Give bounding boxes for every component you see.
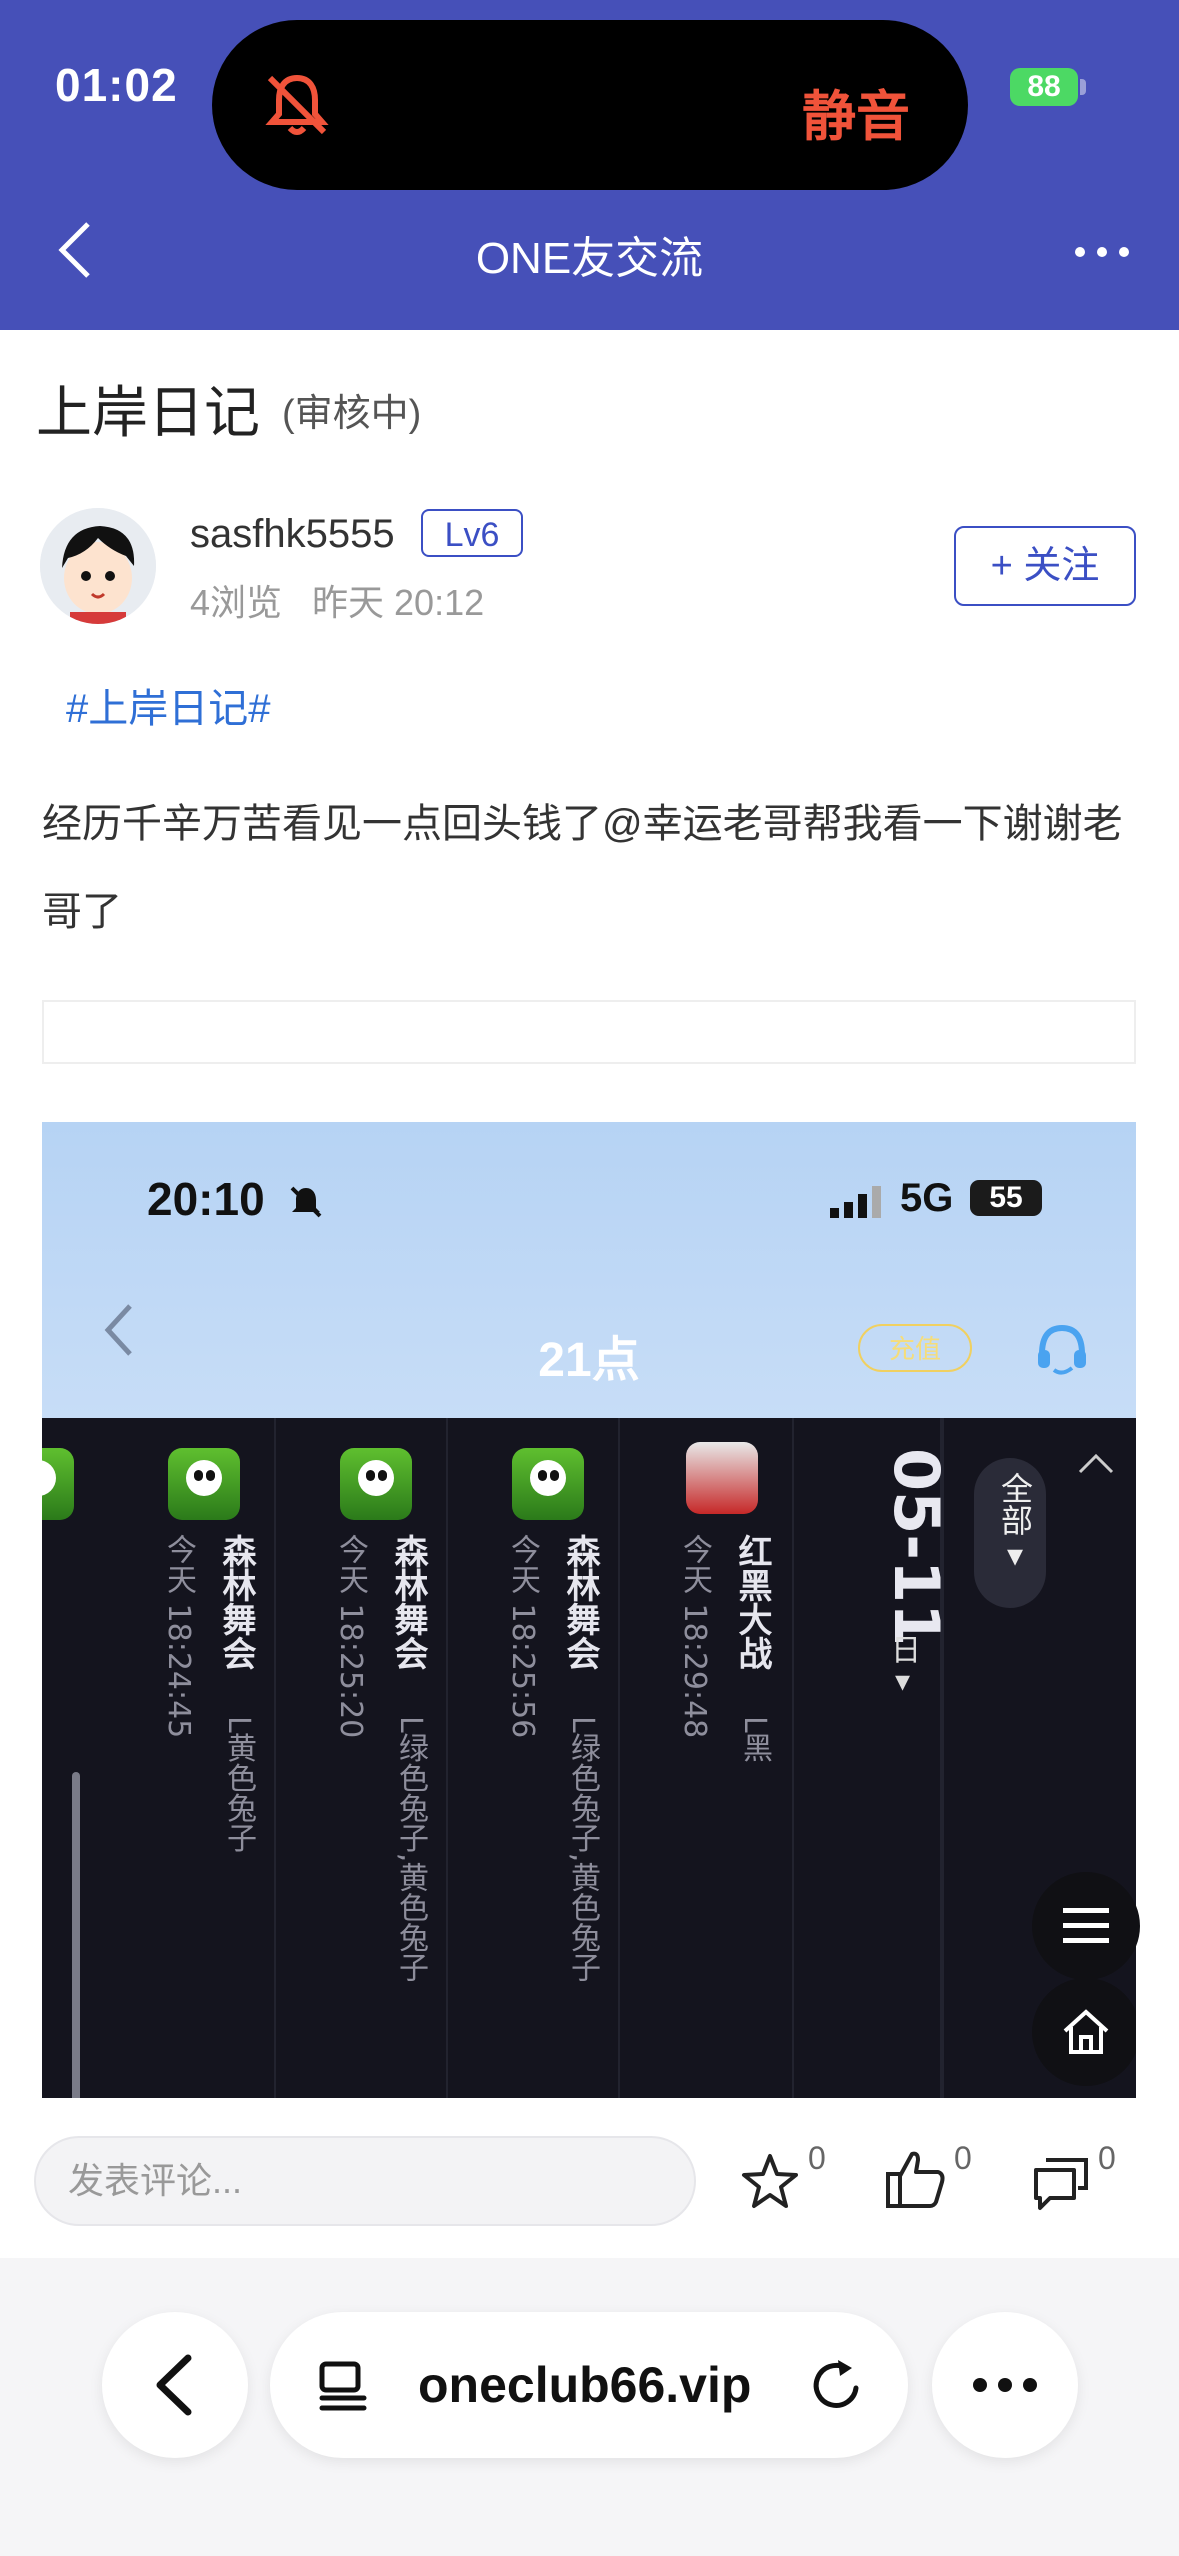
- comment-count: 0: [1098, 2140, 1116, 2176]
- shot-title: 21点: [538, 1334, 640, 1387]
- shot-record-detail: L黑: [737, 1716, 772, 1763]
- floating-home-button[interactable]: [1032, 1978, 1136, 2086]
- shot-headset-icon: [1038, 1324, 1086, 1375]
- shot-record-time: 今天 18:25:56: [505, 1534, 540, 1739]
- favorite-count: 0: [808, 2140, 826, 2176]
- red-black-icon: [686, 1442, 758, 1514]
- shot-battery: 55: [970, 1180, 1042, 1216]
- avatar-cartoon-icon: [40, 508, 156, 624]
- shot-record-name: 森林舞会: [388, 1534, 428, 1670]
- reader-icon: [319, 2361, 367, 2411]
- empty-content-box: [42, 1000, 1136, 1064]
- post-title: 上岸日记: [36, 381, 260, 444]
- author-name[interactable]: sasfhk5555: [190, 512, 395, 557]
- thumbs-up-icon[interactable]: [884, 2140, 948, 2220]
- shot-record-time: 今天 18:25:20: [333, 1534, 368, 1739]
- level-badge: Lv6: [421, 509, 523, 557]
- shot-record-detail: L绿色兔子,黄色兔子: [565, 1716, 600, 1983]
- battery-tip: [1080, 79, 1086, 95]
- shot-date-suffix: 日▾: [885, 1634, 920, 1699]
- like-count: 0: [954, 2140, 972, 2176]
- post-status: (审核中): [282, 393, 422, 435]
- post-meta: 4浏览 昨天 20:12: [190, 574, 514, 626]
- comment-input[interactable]: 发表评论...: [34, 2136, 696, 2226]
- reload-icon[interactable]: [808, 2356, 868, 2416]
- follow-button[interactable]: + 关注: [954, 526, 1136, 606]
- more-dots-icon: [973, 2378, 1037, 2392]
- floating-menu-button[interactable]: [1032, 1872, 1140, 1980]
- shot-chevron-up-icon: [1078, 1453, 1114, 1474]
- shot-record-name: 红黑大战: [732, 1534, 772, 1670]
- battery-indicator: 88: [1010, 68, 1078, 106]
- mute-label: 静音: [802, 87, 910, 147]
- nav-title: ONE友交流: [475, 234, 704, 283]
- home-icon: [1063, 2009, 1109, 2054]
- panda-icon: [168, 1448, 240, 1520]
- shot-record-detail: L黄色兔子: [221, 1716, 256, 1853]
- shot-record-time: 今天 18:24:45: [161, 1534, 196, 1739]
- browser-back-button[interactable]: [102, 2312, 248, 2458]
- chevron-left-icon: [156, 2354, 192, 2416]
- shot-network: 5G: [900, 1176, 954, 1220]
- post-time: 昨天 20:12: [312, 582, 485, 623]
- status-time: 01:02: [55, 59, 178, 111]
- post-image[interactable]: 20:10 5G 55 21点 充值 全部▾ 05-11 日▾ 红黑大战 L黑 …: [42, 1122, 1136, 2198]
- shot-signal-icon: [830, 1186, 881, 1218]
- view-count: 4浏览: [190, 582, 283, 623]
- browser-url-text: oneclub66.vip: [418, 2357, 752, 2413]
- shot-record-name: 森林舞会: [560, 1534, 600, 1670]
- star-icon[interactable]: [740, 2140, 800, 2220]
- shot-date-label: 05-11: [880, 1448, 953, 1647]
- bell-muted-icon: [265, 74, 329, 135]
- shot-recharge-button: 充值: [858, 1324, 972, 1372]
- shot-bell-muted-icon: [290, 1186, 322, 1218]
- panda-icon: [512, 1448, 584, 1520]
- shot-record-detail: L绿色兔子,黄色兔子: [393, 1716, 428, 1983]
- avatar[interactable]: [40, 508, 156, 624]
- comment-icon[interactable]: [1030, 2140, 1092, 2220]
- hamburger-menu-icon: [1063, 1908, 1109, 1943]
- shot-record-time: 今天 18:29:48: [677, 1534, 712, 1739]
- shot-status-time: 20:10: [147, 1173, 265, 1225]
- panda-icon: [340, 1448, 412, 1520]
- shot-record-name: 森林舞会: [216, 1534, 256, 1670]
- more-dots-icon[interactable]: [1072, 240, 1132, 264]
- browser-more-button[interactable]: [932, 2312, 1078, 2458]
- panda-icon: [42, 1448, 74, 1520]
- shot-filter-label: 全部▾: [996, 1472, 1034, 1574]
- post-content: 经历千辛万苦看见一点回头钱了@幸运老哥帮我看一下谢谢老哥了: [42, 802, 1123, 934]
- hashtag-link[interactable]: #上岸日记#: [66, 676, 271, 734]
